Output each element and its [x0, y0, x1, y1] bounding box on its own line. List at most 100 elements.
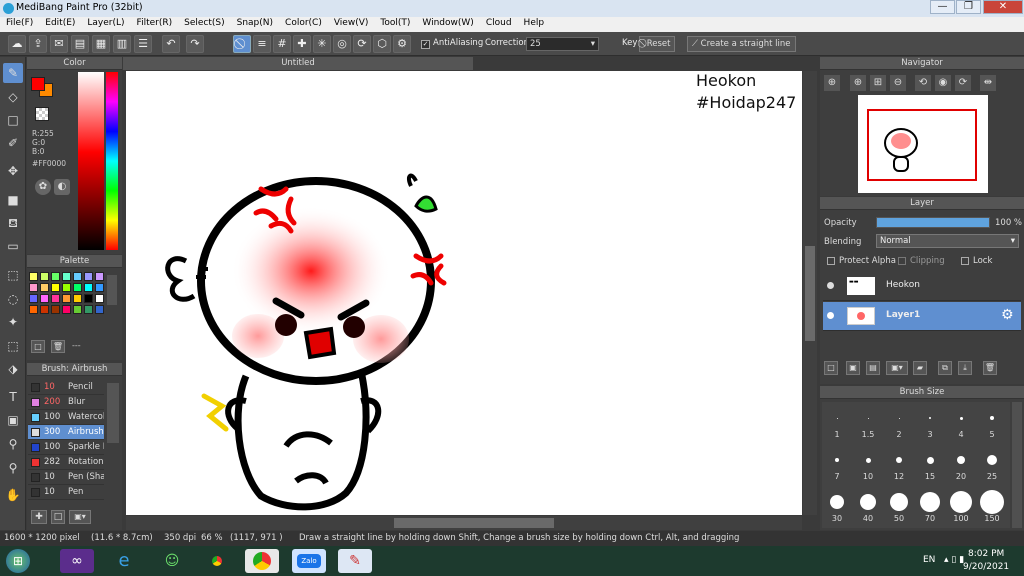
brush-size-option[interactable]: 100: [947, 490, 975, 523]
comment-icon[interactable]: ✉: [50, 35, 68, 53]
duplicate-layer-icon[interactable]: ⧉: [938, 361, 952, 375]
straight-line-button[interactable]: ⟋ Create a straight line: [687, 36, 796, 52]
brush-list-scrollbar[interactable]: [107, 383, 119, 443]
visual-studio-icon[interactable]: ∞: [60, 549, 94, 573]
folder-icon[interactable]: ▰: [913, 361, 927, 375]
clock-time[interactable]: 8:02 PM: [968, 549, 1004, 559]
redo-icon[interactable]: ↷: [186, 35, 204, 53]
internet-explorer-icon[interactable]: e: [107, 549, 141, 573]
palette-swatch[interactable]: [73, 294, 82, 303]
new-1bit-layer-icon[interactable]: ▤: [866, 361, 880, 375]
palette-swatch[interactable]: [95, 283, 104, 292]
pages-grid-icon[interactable]: ▥: [113, 35, 131, 53]
clipping-checkbox[interactable]: [898, 257, 906, 265]
brush-item[interactable]: 100 Sparkle B: [28, 440, 104, 455]
menu-edit[interactable]: Edit(E): [39, 17, 81, 28]
brush-size-option[interactable]: 3: [916, 406, 944, 439]
fit-screen-icon[interactable]: ⊞: [870, 75, 886, 91]
app-icon[interactable]: ☺: [155, 549, 189, 573]
undo-icon[interactable]: ↶: [162, 35, 180, 53]
brush-menu-icon[interactable]: ▣▾: [69, 510, 91, 524]
brush-page-icon[interactable]: □: [51, 510, 65, 524]
select-eraser-tool-icon[interactable]: ⬗: [3, 359, 23, 379]
perspective-snap-icon[interactable]: ⬡: [373, 35, 391, 53]
close-button[interactable]: ✕: [983, 0, 1023, 14]
hand-tool-icon[interactable]: ✋: [3, 485, 23, 505]
palette-swatch[interactable]: [84, 294, 93, 303]
dot-tool-icon[interactable]: □: [3, 110, 23, 130]
horizontal-scrollbar[interactable]: [126, 516, 802, 530]
palette-swatch[interactable]: [29, 283, 38, 292]
maximize-button[interactable]: ❐: [956, 0, 981, 14]
layer-settings-gear-icon[interactable]: ⚙: [1001, 307, 1014, 323]
palette-swatch[interactable]: [62, 305, 71, 314]
layer-row[interactable]: ▬▬ Heokon: [823, 272, 1021, 301]
pen-tool-icon[interactable]: ✐: [3, 133, 23, 153]
antialiasing-checkbox[interactable]: ✓: [421, 40, 430, 49]
brush-size-option[interactable]: 20: [947, 448, 975, 481]
select-tool-icon[interactable]: ⬚: [3, 265, 23, 285]
palette-swatch[interactable]: [62, 294, 71, 303]
menu-help[interactable]: Help: [518, 17, 551, 28]
palette-swatch[interactable]: [51, 305, 60, 314]
brush-size-option[interactable]: 150: [978, 490, 1006, 523]
clock-date[interactable]: 9/20/2021: [963, 562, 1009, 572]
hue-slider[interactable]: [106, 72, 118, 250]
flip-horizontal-icon[interactable]: ⇹: [980, 75, 996, 91]
palette-swatch[interactable]: [29, 294, 38, 303]
settings-gear-icon[interactable]: ⚙: [393, 35, 411, 53]
transparent-color-swatch[interactable]: [35, 107, 49, 121]
zoom-in-alt-icon[interactable]: ⊕: [850, 75, 866, 91]
brush-size-option[interactable]: 7: [823, 448, 851, 481]
palette-swatch[interactable]: [62, 283, 71, 292]
brush-size-option[interactable]: 50: [885, 490, 913, 523]
parallel-snap-icon[interactable]: ≡: [253, 35, 271, 53]
system-tray-icons[interactable]: ▴ ▯ ▮: [944, 555, 964, 565]
select-pen-tool-icon[interactable]: ⬚: [3, 336, 23, 356]
curve-snap-icon[interactable]: ⟳: [353, 35, 371, 53]
palette-swatch[interactable]: [62, 272, 71, 281]
lock-checkbox[interactable]: [961, 257, 969, 265]
layer-row[interactable]: Layer1 ⚙: [823, 302, 1021, 331]
rotate-right-icon[interactable]: ⟳: [955, 75, 971, 91]
bucket-tool-icon[interactable]: ⛾: [3, 213, 23, 233]
brush-item[interactable]: 10 Pen: [28, 485, 104, 500]
add-layer-menu-icon[interactable]: ▣▾: [886, 361, 908, 375]
palette-swatch[interactable]: [95, 272, 104, 281]
cross-snap-icon[interactable]: ✚: [293, 35, 311, 53]
navigator-preview[interactable]: [858, 95, 988, 193]
brush-size-option[interactable]: 10: [854, 448, 882, 481]
windows-start-icon[interactable]: ⊞: [6, 549, 30, 573]
export-icon[interactable]: ⇪: [29, 35, 47, 53]
palette-swatch[interactable]: [73, 283, 82, 292]
brush-size-option[interactable]: 30: [823, 490, 851, 523]
palette-swatch[interactable]: [95, 294, 104, 303]
minimize-button[interactable]: —: [930, 0, 955, 14]
blending-select[interactable]: Normal ▾: [876, 234, 1019, 248]
brush-size-option[interactable]: 2: [885, 406, 913, 439]
chrome-alt-icon[interactable]: [245, 549, 279, 573]
menu-file[interactable]: File(F): [0, 17, 39, 28]
list-icon[interactable]: ☰: [134, 35, 152, 53]
palette-swatch[interactable]: [40, 272, 49, 281]
brush-size-option[interactable]: 5: [978, 406, 1006, 439]
brush-item[interactable]: 300 Airbrush: [28, 425, 104, 440]
vertical-scrollbar[interactable]: [803, 71, 817, 515]
magic-wand-tool-icon[interactable]: ✦: [3, 312, 23, 332]
drawing-canvas[interactable]: Heokon #Hoidap247: [126, 71, 802, 515]
brush-item[interactable]: 100 Watercolor: [28, 410, 104, 425]
palette-swatch[interactable]: [73, 272, 82, 281]
brush-item[interactable]: 10 Pen (Sha: [28, 470, 104, 485]
merge-layer-icon[interactable]: ⤓: [958, 361, 972, 375]
divide-tool-icon[interactable]: ▣: [3, 410, 23, 430]
zoom-in-icon[interactable]: ⊕: [824, 75, 840, 91]
menu-color[interactable]: Color(C): [279, 17, 328, 28]
eyedropper-alt-tool-icon[interactable]: ⚲: [3, 458, 23, 478]
palette-swatch[interactable]: [95, 305, 104, 314]
vertical-scroll-thumb[interactable]: [805, 246, 815, 341]
palette-swatch[interactable]: [84, 305, 93, 314]
brush-size-option[interactable]: 70: [916, 490, 944, 523]
add-color-icon[interactable]: □: [31, 340, 45, 353]
circle-snap-icon[interactable]: ◎: [333, 35, 351, 53]
menu-filter[interactable]: Filter(R): [131, 17, 179, 28]
